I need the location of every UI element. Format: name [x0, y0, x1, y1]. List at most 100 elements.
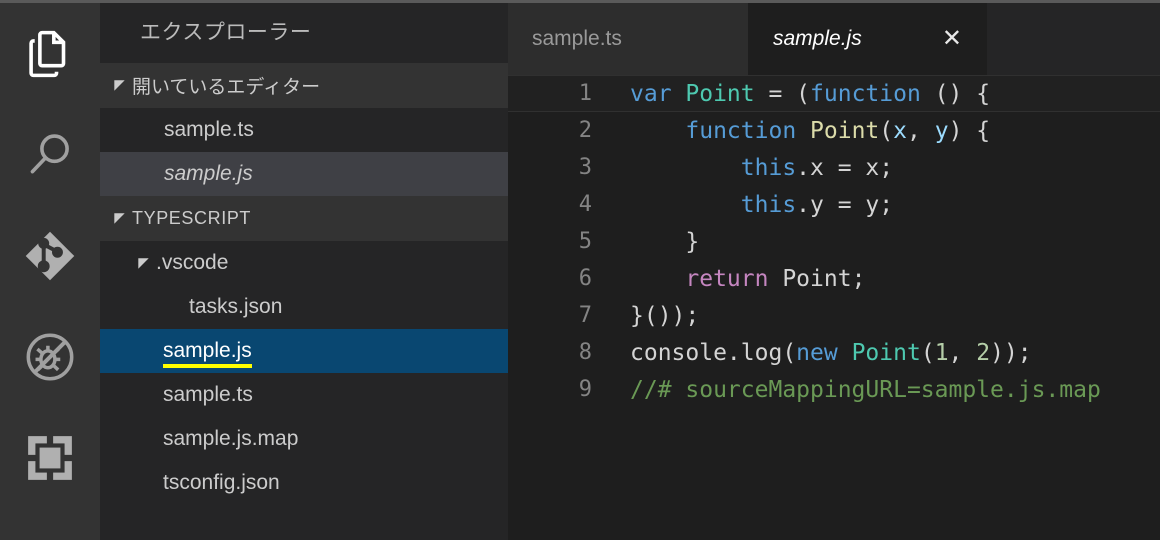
code-line-text: this.y = y;	[630, 192, 893, 218]
code-line[interactable]: 8 console.log(new Point(1, 2));	[508, 334, 1160, 371]
tree-item-label: sample.ts	[163, 383, 253, 406]
activity-item-debug[interactable]	[0, 306, 100, 407]
code-line[interactable]: 9 //# sourceMappingURL=sample.js.map	[508, 371, 1160, 408]
editor-area: sample.ts sample.js ✕ 1 var Point = (func…	[508, 0, 1160, 540]
tree-item-label: sample.js	[163, 339, 252, 368]
code-token: this	[740, 154, 797, 181]
activity-item-search[interactable]	[0, 104, 100, 205]
code-token: //# sourceMappingURL=sample.js.map	[630, 376, 1101, 403]
tree-item-vscode-folder[interactable]: .vscode	[100, 241, 508, 285]
line-number: 1	[578, 81, 592, 106]
editor-tab-bar: sample.ts sample.js ✕	[508, 3, 1160, 75]
tab-sample-js[interactable]: sample.js ✕	[749, 3, 987, 75]
tree-item-sample-js[interactable]: sample.js	[100, 329, 508, 373]
code-token: ,	[907, 117, 935, 144]
section-header-label: TYPESCRIPT	[132, 208, 252, 228]
close-icon[interactable]: ✕	[942, 27, 962, 51]
code-token: function	[810, 80, 921, 107]
line-number: 4	[578, 192, 592, 217]
tree-item-sample-ts[interactable]: sample.ts	[100, 373, 508, 417]
code-token: Point	[851, 339, 921, 366]
files-icon	[23, 27, 77, 81]
open-editor-label: sample.js	[164, 162, 253, 185]
code-line[interactable]: 6 return Point;	[508, 260, 1160, 297]
code-line[interactable]: 7 }());	[508, 297, 1160, 334]
code-token: 1	[934, 339, 949, 366]
extensions-icon	[25, 433, 75, 483]
section-header-label: 開いているエディター	[132, 77, 321, 98]
code-token: .y = y;	[796, 191, 894, 218]
code-token: var	[630, 80, 686, 107]
activity-item-source-control[interactable]	[0, 205, 100, 306]
code-token: function	[685, 117, 797, 144]
code-token: Point	[685, 80, 755, 107]
code-line-text: }	[630, 229, 699, 255]
code-token: ) {	[948, 117, 991, 144]
code-line[interactable]: 4 this.y = y;	[508, 186, 1160, 223]
code-token: (	[920, 339, 935, 366]
search-icon	[23, 128, 77, 182]
tab-label: sample.ts	[532, 27, 622, 50]
tab-sample-ts[interactable]: sample.ts	[508, 3, 749, 75]
activity-bar	[0, 0, 100, 540]
git-branch-icon	[22, 228, 78, 284]
tree-item-label: .vscode	[156, 251, 229, 274]
code-token: = (	[754, 80, 811, 107]
open-editor-item-sample-js[interactable]: sample.js	[100, 152, 508, 196]
code-line[interactable]: 2 function Point(x, y) {	[508, 112, 1160, 149]
code-token: .x = x;	[796, 154, 894, 181]
line-number: 9	[578, 377, 592, 402]
activity-item-explorer[interactable]	[0, 3, 100, 104]
code-token: Point;	[768, 265, 866, 292]
code-line-text: this.x = x;	[630, 155, 893, 181]
code-line-text: }());	[630, 303, 699, 329]
explorer-sidebar: エクスプローラー 開いているエディター sample.ts sample.js …	[100, 0, 508, 540]
line-number: 3	[578, 155, 592, 180]
code-line[interactable]: 5 }	[508, 223, 1160, 260]
code-token: x	[893, 117, 907, 144]
tree-item-label: tsconfig.json	[163, 471, 280, 494]
code-token: }());	[630, 302, 700, 329]
vscode-window: エクスプローラー 開いているエディター sample.ts sample.js …	[0, 0, 1160, 540]
code-token: ));	[990, 339, 1032, 366]
tree-item-tsconfig-json[interactable]: tsconfig.json	[100, 461, 508, 505]
activity-item-extensions[interactable]	[0, 407, 100, 508]
tab-bar-filler	[987, 3, 1160, 75]
code-token: }	[630, 228, 700, 255]
code-token: new	[796, 339, 838, 366]
sidebar-title: エクスプローラー	[140, 21, 312, 44]
code-line-text: console.log(new Point(1, 2));	[630, 340, 1032, 366]
code-token: 2	[976, 339, 991, 366]
debug-icon	[22, 329, 78, 385]
tree-item-tasks-json[interactable]: tasks.json	[100, 285, 508, 329]
chevron-down-icon	[106, 73, 132, 99]
code-line[interactable]: 1 var Point = (function () {	[508, 75, 1160, 112]
code-editor[interactable]: 1 var Point = (function () {2 function Po…	[508, 75, 1160, 540]
code-token: y	[934, 117, 949, 144]
tree-item-label: sample.js.map	[163, 427, 299, 450]
line-number: 7	[578, 303, 592, 328]
code-line-text: return Point;	[630, 266, 865, 292]
open-editor-label: sample.ts	[164, 118, 254, 141]
code-line-text: //# sourceMappingURL=sample.js.map	[630, 377, 1101, 403]
open-editor-item-sample-ts[interactable]: sample.ts	[100, 108, 508, 152]
line-number: 8	[578, 340, 592, 365]
line-number: 6	[578, 266, 592, 291]
code-line[interactable]: 3 this.x = x;	[508, 149, 1160, 186]
tree-item-sample-js-map[interactable]: sample.js.map	[100, 417, 508, 461]
tree-item-label: tasks.json	[189, 295, 283, 318]
section-header-typescript[interactable]: TYPESCRIPT	[100, 196, 508, 241]
line-number: 5	[578, 229, 592, 254]
chevron-down-icon	[106, 206, 132, 232]
tab-label: sample.js	[773, 27, 862, 50]
line-number: 2	[578, 118, 592, 143]
section-header-open-editors[interactable]: 開いているエディター	[100, 63, 508, 108]
code-token: this	[740, 191, 797, 218]
code-token: ,	[948, 339, 977, 366]
